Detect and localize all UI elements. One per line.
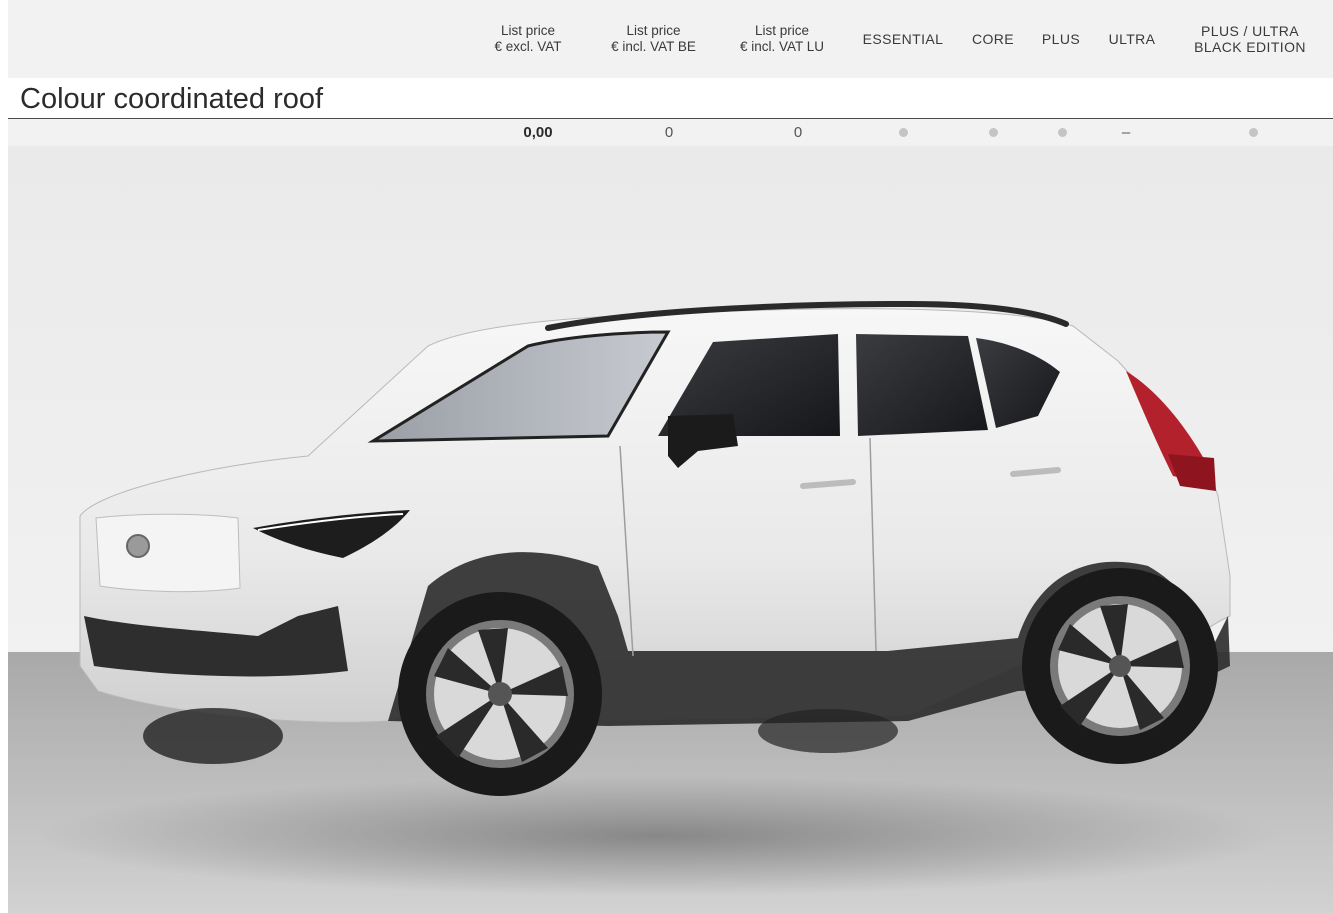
- col-header-price-incl-vat-be: List price € incl. VAT BE: [596, 0, 711, 78]
- standard-dot-icon: [898, 128, 908, 137]
- col-header-line: CORE: [971, 31, 1015, 47]
- front-wheel: [398, 592, 602, 796]
- col-header-line: ESSENTIAL: [862, 31, 944, 47]
- col-header-price-incl-vat-lu: List price € incl. VAT LU: [726, 0, 838, 78]
- col-header-line: ULTRA: [1108, 31, 1156, 47]
- col-header-line: PLUS / ULTRA: [1201, 23, 1299, 39]
- col-header-line: PLUS: [1041, 31, 1081, 47]
- col-header-line: BLACK EDITION: [1194, 39, 1306, 55]
- price-list-page: List price € excl. VAT List price € incl. …: [0, 0, 1333, 913]
- col-header-price-excl-vat: List price € excl. VAT: [478, 0, 578, 78]
- col-header-core: CORE: [962, 0, 1024, 78]
- car-photo: [8, 146, 1333, 913]
- col-header-line: € excl. VAT: [494, 39, 562, 54]
- col-header-line: € incl. VAT BE: [611, 39, 696, 54]
- black-edition-availability: [1203, 119, 1303, 146]
- core-availability: [963, 119, 1023, 146]
- col-header-line: List price: [754, 23, 809, 38]
- plus-availability: [1033, 119, 1091, 146]
- price-incl-vat-lu-value: 0: [793, 124, 803, 141]
- col-header-plus-ultra-black-edition: PLUS / ULTRA BLACK EDITION: [1180, 0, 1320, 78]
- standard-dot-icon: [1057, 128, 1067, 137]
- price-incl-vat-be-value: 0: [664, 124, 674, 141]
- col-header-plus: PLUS: [1032, 0, 1090, 78]
- essential-availability: [853, 119, 953, 146]
- section-title: Colour coordinated roof: [20, 83, 324, 115]
- standard-dot-icon: [1248, 128, 1258, 137]
- standard-dot-icon: [988, 128, 998, 137]
- col-header-line: € incl. VAT LU: [739, 39, 825, 54]
- price-excl-vat-value: 0,00: [523, 124, 553, 141]
- rear-wheel: [1022, 568, 1218, 764]
- col-header-line: List price: [626, 23, 681, 38]
- col-header-ultra: ULTRA: [1096, 0, 1168, 78]
- ultra-availability: –: [1121, 124, 1131, 141]
- col-header-essential: ESSENTIAL: [852, 0, 954, 78]
- col-header-line: List price: [500, 23, 556, 38]
